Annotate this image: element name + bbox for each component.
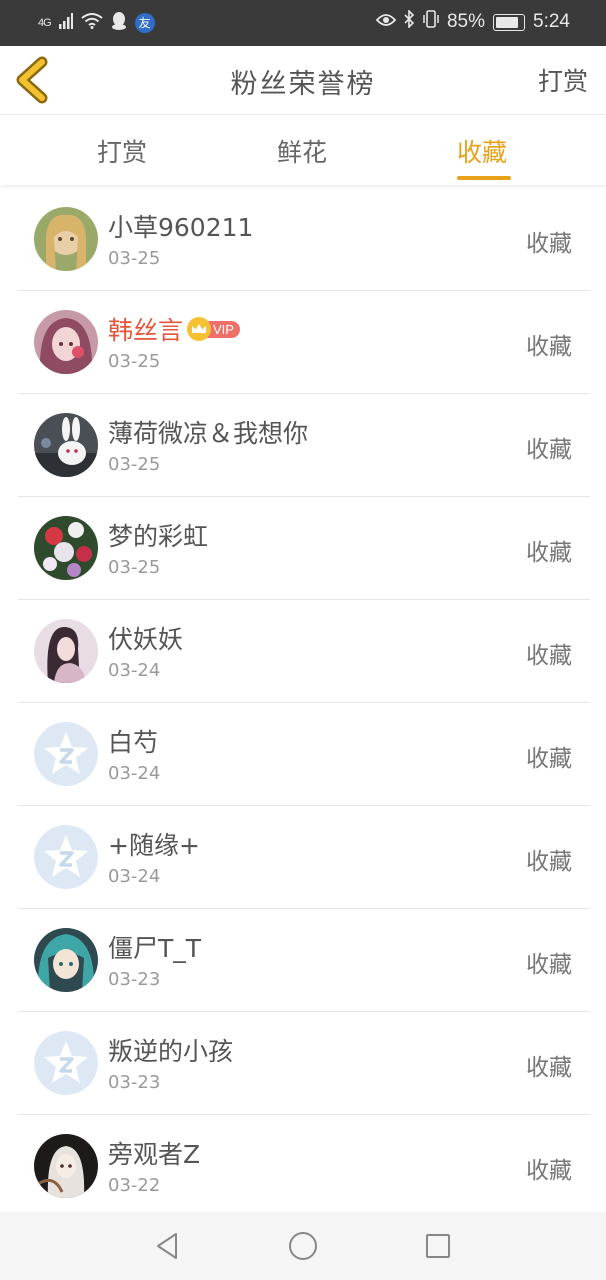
nav-back-button[interactable] <box>152 1230 184 1262</box>
fan-action-label: 收藏 <box>526 540 572 566</box>
avatar <box>34 310 98 374</box>
fan-action-label: 收藏 <box>526 334 572 360</box>
fan-name: 小草960211 <box>108 213 254 242</box>
fan-name: 僵尸T_T <box>108 934 202 963</box>
fan-name: 旁观者Z <box>108 1140 201 1169</box>
fan-row[interactable]: 梦的彩虹 03-25 收藏 <box>18 497 590 600</box>
fan-action-label: 收藏 <box>526 849 572 875</box>
tab-flowers[interactable]: 鲜花 <box>277 133 327 169</box>
active-tab-indicator <box>457 176 511 180</box>
fan-date: 03-25 <box>108 557 161 578</box>
fan-row[interactable]: 旁观者Z 03-22 收藏 <box>18 1115 590 1218</box>
fan-date: 03-23 <box>108 1072 161 1093</box>
fan-date: 03-25 <box>108 351 161 372</box>
fan-name-vip: 韩丝言 VIP <box>108 311 240 347</box>
status-right: 85% 5:24 <box>375 9 570 34</box>
fan-name: 伏妖妖 <box>108 625 184 654</box>
fan-action-label: 收藏 <box>526 643 572 669</box>
fan-date: 03-24 <box>108 866 161 887</box>
status-left: 4G 友 <box>38 12 155 33</box>
fan-row[interactable]: 叛逆的小孩 03-23 收藏 <box>18 1012 590 1115</box>
triangle-back-icon <box>157 1233 177 1259</box>
fan-action-label: 收藏 <box>526 746 572 772</box>
square-recents-icon <box>426 1234 450 1258</box>
fan-action-label: 收藏 <box>526 952 572 978</box>
status-bar: 4G 友 85% 5:24 <box>0 0 606 46</box>
eye-icon <box>375 11 397 33</box>
avatar <box>34 1134 98 1198</box>
fan-name: 韩丝言 <box>108 316 184 345</box>
fan-date: 03-24 <box>108 660 161 681</box>
header-reward-button[interactable]: 打赏 <box>538 62 588 98</box>
fan-name: 梦的彩虹 <box>108 522 209 551</box>
vip-badge: VIP <box>187 317 240 341</box>
default-avatar-icon <box>34 825 98 889</box>
fan-action-label: 收藏 <box>526 1158 572 1184</box>
fan-name: 叛逆的小孩 <box>108 1037 234 1066</box>
fan-date: 03-24 <box>108 763 161 784</box>
default-avatar-icon <box>34 722 98 786</box>
nav-home-button[interactable] <box>287 1230 319 1262</box>
fan-action-label: 收藏 <box>526 437 572 463</box>
tab-reward[interactable]: 打赏 <box>97 133 147 169</box>
fan-row[interactable]: +随缘+ 03-24 收藏 <box>18 806 590 909</box>
fan-date: 03-25 <box>108 248 161 269</box>
fan-row[interactable]: 韩丝言 VIP 03-25 收藏 <box>18 291 590 394</box>
crown-icon <box>187 317 212 341</box>
fan-action-label: 收藏 <box>526 231 572 257</box>
fan-date: 03-22 <box>108 1175 161 1196</box>
fan-action-label: 收藏 <box>526 1055 572 1081</box>
avatar <box>34 928 98 992</box>
avatar <box>34 619 98 683</box>
circle-home-icon <box>289 1232 317 1260</box>
fan-name: +随缘+ <box>108 831 200 860</box>
header-bar: 粉丝荣誉榜 打赏 <box>0 46 606 115</box>
avatar <box>34 516 98 580</box>
fan-row[interactable]: 僵尸T_T 03-23 收藏 <box>18 909 590 1012</box>
fan-row[interactable]: 伏妖妖 03-24 收藏 <box>18 600 590 703</box>
avatar <box>34 207 98 271</box>
network-type: 4G <box>38 16 52 29</box>
fan-row[interactable]: 白芍 03-24 收藏 <box>18 703 590 806</box>
wifi-icon <box>81 13 103 32</box>
tab-favorites[interactable]: 收藏 <box>457 133 507 169</box>
fan-date: 03-25 <box>108 454 161 475</box>
fan-row[interactable]: 薄荷微凉＆我想你 03-25 收藏 <box>18 394 590 497</box>
signal-icon <box>58 13 73 32</box>
friend-badge-icon: 友 <box>134 12 155 33</box>
vibrate-icon <box>423 10 439 34</box>
default-avatar-icon <box>34 1031 98 1095</box>
tab-bar: 打赏 鲜花 收藏 <box>0 115 606 185</box>
fan-name: 薄荷微凉＆我想你 <box>108 419 309 448</box>
fan-row[interactable]: 小草960211 03-25 收藏 <box>18 188 590 291</box>
page-title: 粉丝荣誉榜 <box>230 69 376 100</box>
system-nav-bar <box>0 1212 606 1280</box>
nav-recents-button[interactable] <box>422 1230 454 1262</box>
avatar <box>34 413 98 477</box>
battery-percent: 85% <box>446 11 486 32</box>
fan-name: 白芍 <box>108 728 159 757</box>
battery-icon <box>493 13 526 31</box>
fan-list: 小草960211 03-25 收藏 韩丝言 VIP 03-25 收藏 薄荷微凉＆我… <box>18 188 590 1218</box>
fan-date: 03-23 <box>108 969 161 990</box>
qq-icon <box>111 12 127 33</box>
clock: 5:24 <box>533 11 570 32</box>
bluetooth-icon <box>404 9 415 34</box>
